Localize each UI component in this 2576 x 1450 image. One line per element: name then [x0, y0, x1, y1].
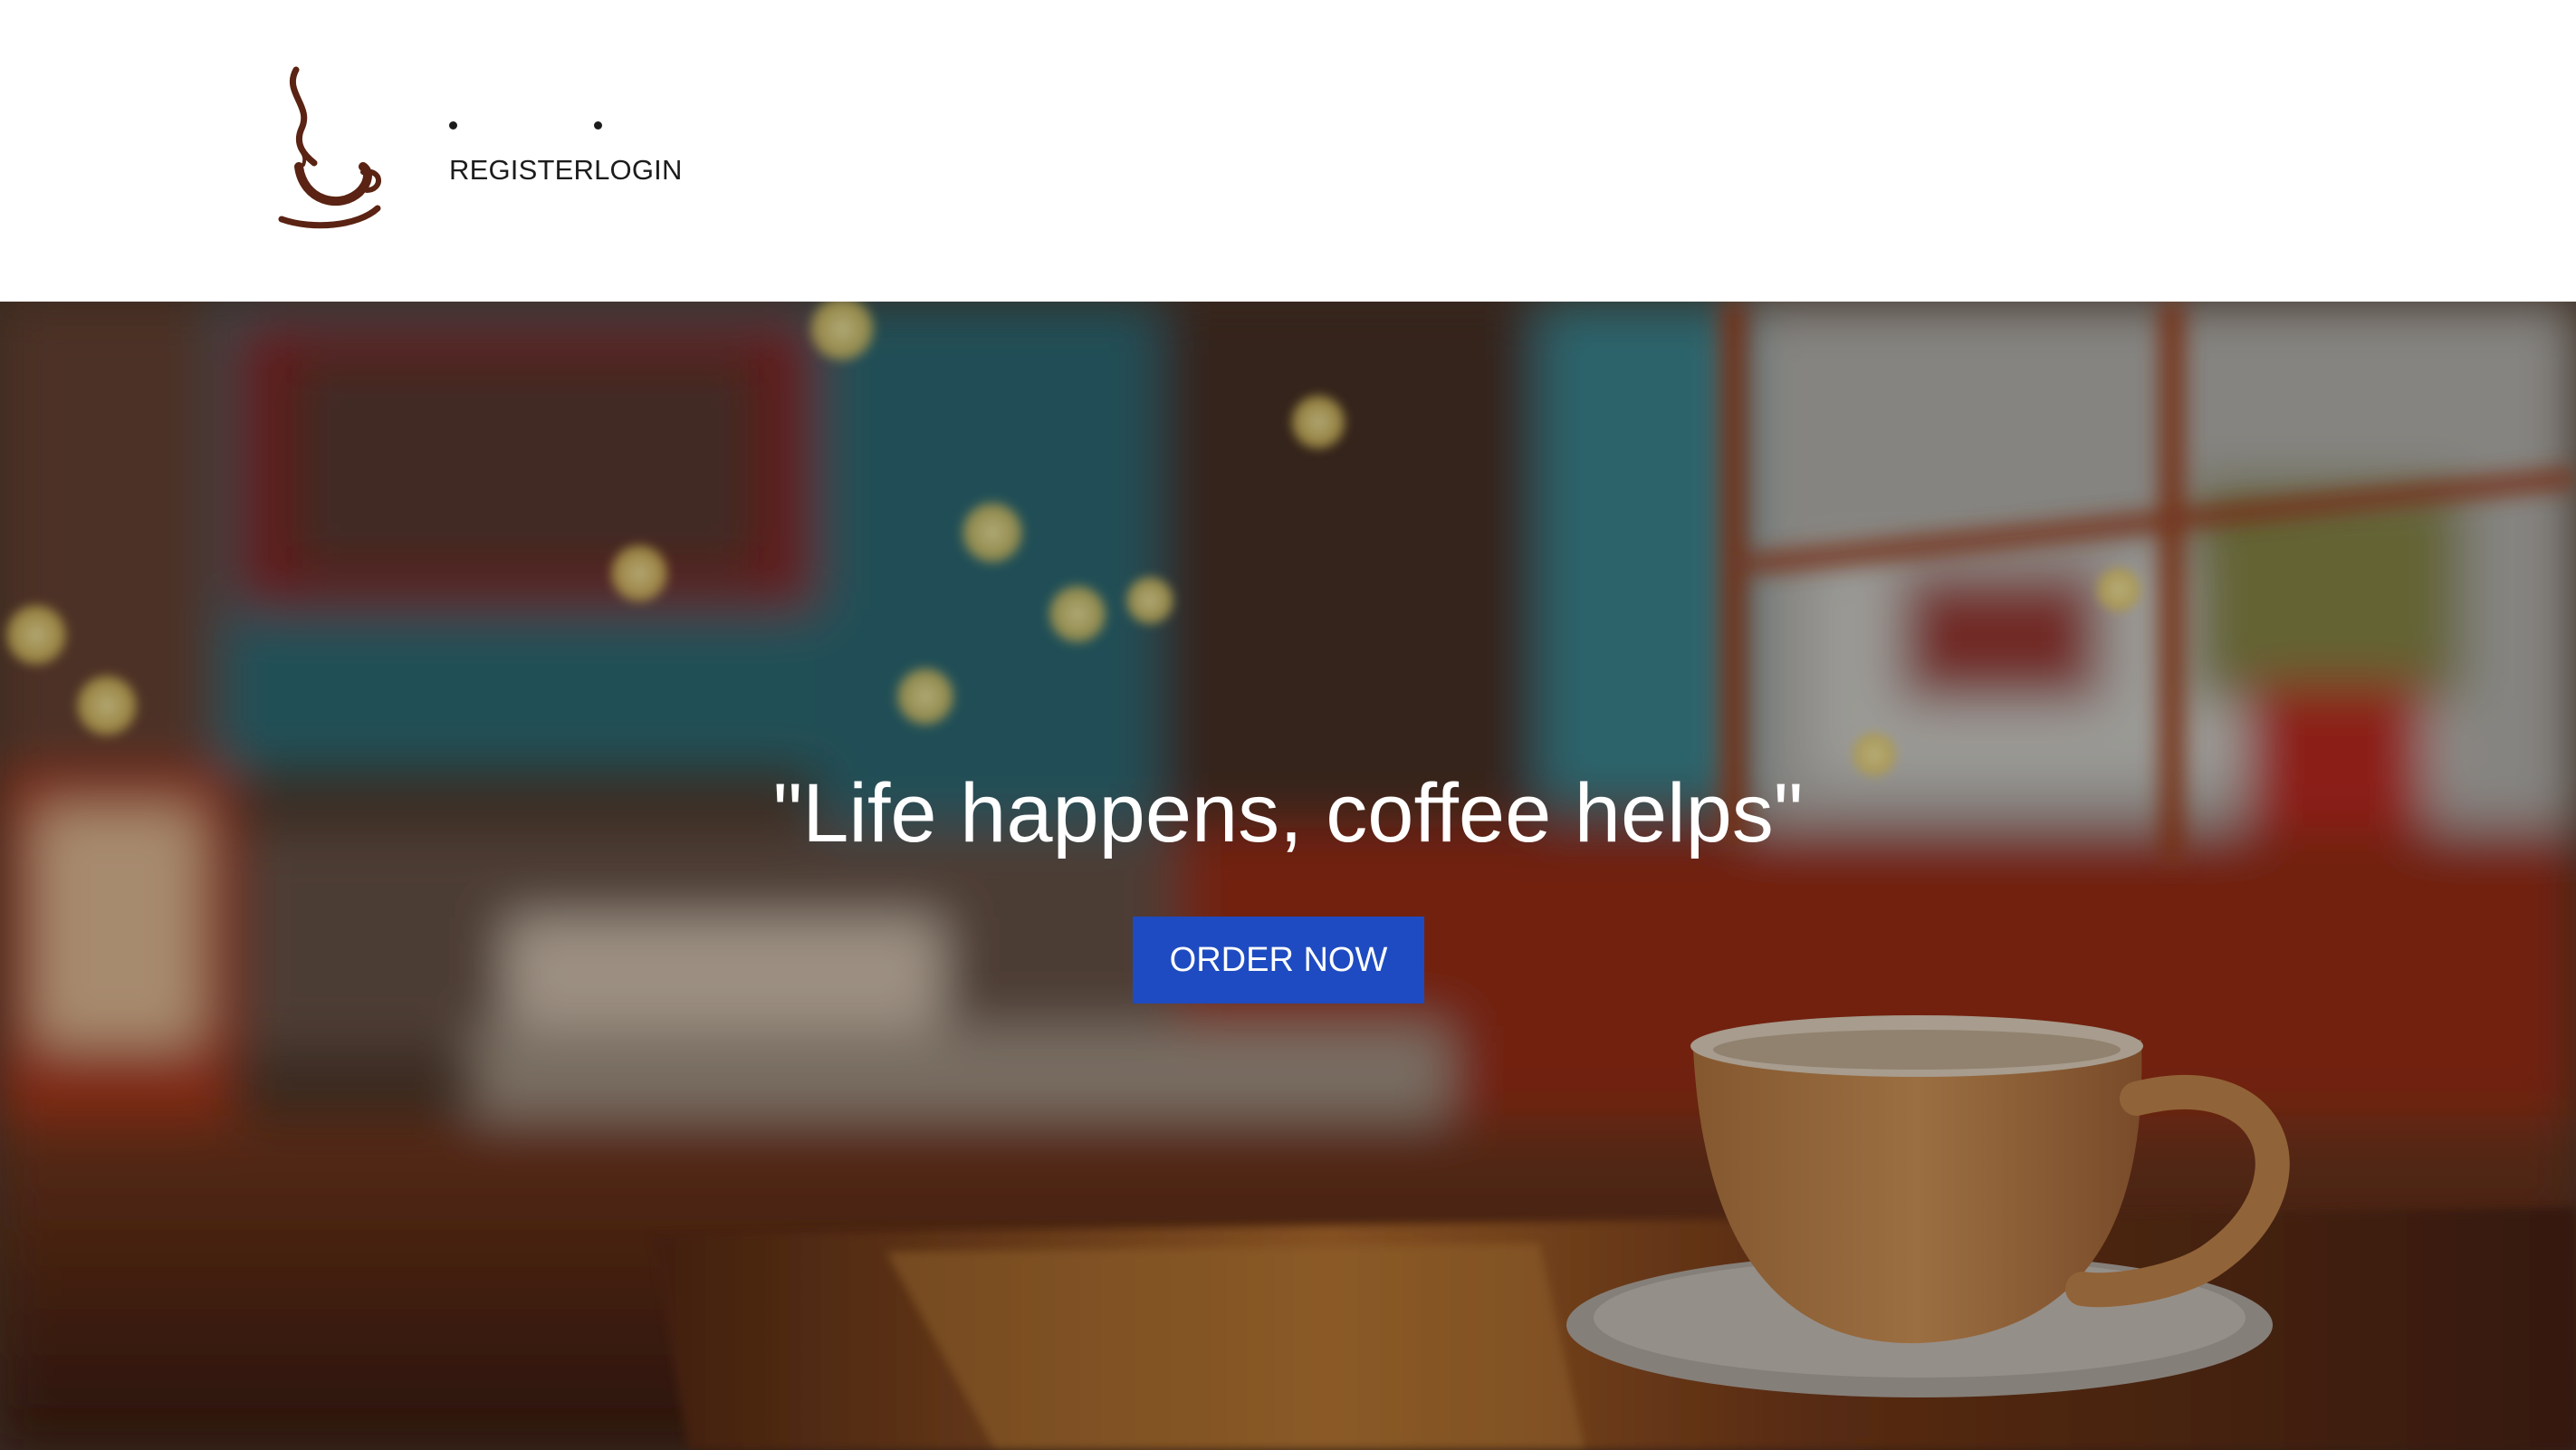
nav-item-register: REGISTER	[449, 116, 594, 197]
nav-item-login: LOGIN	[594, 116, 682, 197]
site-header: REGISTER LOGIN	[0, 0, 2576, 302]
hero-section: "Life happens, coffee helps" ORDER NOW	[0, 302, 2576, 1450]
hero-dark-overlay	[0, 302, 2576, 1450]
hero-quote: "Life happens, coffee helps"	[772, 767, 1804, 859]
main-nav: REGISTER LOGIN	[449, 116, 683, 197]
register-link[interactable]: REGISTER	[449, 154, 594, 186]
order-now-button[interactable]: ORDER NOW	[1133, 917, 1424, 1003]
coffee-cup-logo-icon[interactable]	[276, 65, 385, 233]
login-link[interactable]: LOGIN	[594, 154, 682, 186]
